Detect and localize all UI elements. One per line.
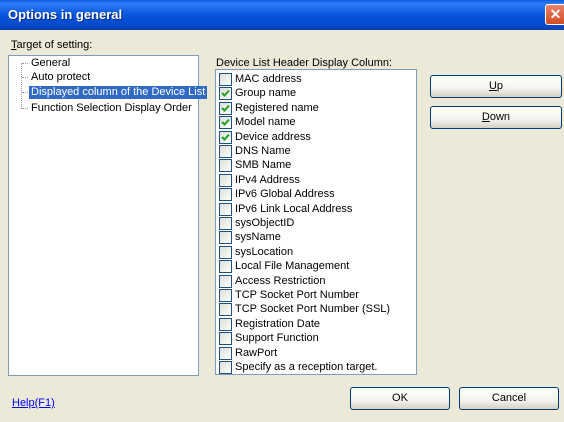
column-option-label: SMB Name (235, 159, 292, 172)
column-checkbox[interactable] (219, 217, 232, 230)
column-checkbox[interactable] (219, 317, 232, 331)
column-option-row[interactable]: RawPort (218, 346, 414, 361)
column-checkbox[interactable] (219, 159, 232, 173)
column-option-row[interactable]: Device address (218, 130, 414, 145)
close-icon: ✕ (549, 6, 562, 22)
column-option-label: Device address (235, 130, 311, 143)
help-link[interactable]: Help(F1) (12, 397, 55, 409)
column-option-row[interactable]: DNS Name (218, 145, 414, 159)
column-checkbox[interactable] (219, 231, 232, 245)
column-option-label: TCP Socket Port Number (SSL) (235, 303, 391, 316)
column-option-label: DNS Name (235, 145, 291, 157)
column-checkbox[interactable] (219, 245, 232, 259)
column-checkbox[interactable] (219, 289, 232, 302)
column-checkbox[interactable] (219, 188, 232, 202)
column-option-label: Support Function (235, 332, 319, 345)
column-checkbox[interactable] (219, 332, 232, 346)
column-option-row[interactable]: Registered name (218, 101, 414, 116)
column-option-row[interactable]: Local File Management (218, 260, 414, 274)
column-option-label: IPv6 Global Address (235, 188, 335, 201)
tree-connector (22, 77, 28, 78)
column-option-label: MAC address (235, 73, 302, 85)
close-button[interactable]: ✕ (545, 4, 564, 25)
checkmark-icon (221, 133, 230, 141)
column-checkbox-list[interactable]: MAC address Group name Registered name Mode… (215, 69, 417, 375)
column-option-label: RawPort (235, 346, 278, 359)
column-option-row[interactable]: MAC address (218, 73, 414, 87)
column-option-row[interactable]: SMB Name (218, 159, 414, 173)
column-option-label: Registered name (235, 101, 319, 114)
checkmark-icon (221, 104, 230, 112)
column-option-label: Local File Management (235, 260, 350, 273)
ok-button[interactable]: OK (350, 387, 450, 410)
column-checkbox[interactable] (219, 260, 232, 274)
target-of-setting-label: Target of setting: (11, 39, 93, 51)
column-option-row[interactable]: sysName (218, 231, 414, 245)
column-checkbox[interactable] (219, 73, 232, 86)
down-button[interactable]: Down (430, 106, 562, 129)
column-checkbox[interactable] (219, 274, 232, 288)
column-checkbox[interactable] (219, 87, 232, 101)
tree-item-displayed-column[interactable]: Displayed column of the Device List (29, 86, 208, 99)
column-checkbox[interactable] (219, 361, 232, 374)
tree-item-auto-protect[interactable]: Auto protect (29, 71, 92, 84)
window-title: Options in general (8, 7, 123, 22)
column-checkbox[interactable] (219, 303, 232, 317)
column-option-row[interactable]: sysLocation (218, 245, 414, 260)
column-checkbox[interactable] (219, 173, 232, 187)
tree-connector (22, 108, 28, 109)
column-checkbox[interactable] (219, 116, 232, 130)
cancel-button[interactable]: Cancel (459, 387, 559, 410)
column-option-row[interactable]: Specify as a reception target. (218, 361, 414, 374)
column-option-row[interactable]: IPv6 Global Address (218, 188, 414, 202)
column-option-row[interactable]: IPv4 Address (218, 173, 414, 188)
column-option-row[interactable]: Group name (218, 87, 414, 101)
column-option-row[interactable]: Support Function (218, 332, 414, 346)
column-checkbox[interactable] (219, 145, 232, 158)
column-option-label: sysLocation (235, 245, 294, 258)
column-option-label: Model name (235, 116, 296, 129)
column-option-label: Specify as a reception target. (235, 361, 378, 373)
tree-connector (21, 63, 22, 109)
column-checkbox[interactable] (219, 202, 232, 216)
column-option-label: sysObjectID (235, 217, 295, 229)
checkmark-icon (221, 119, 230, 127)
column-option-label: Group name (235, 87, 297, 100)
column-option-label: sysName (235, 231, 281, 244)
column-option-row[interactable]: Model name (218, 116, 414, 130)
column-option-label: Access Restriction (235, 274, 326, 287)
target-tree[interactable]: General Auto protect Displayed column of… (8, 55, 208, 376)
tree-item-general[interactable]: General (29, 57, 72, 70)
column-option-row[interactable]: IPv6 Link Local Address (218, 202, 414, 217)
tree-item-function-order[interactable]: Function Selection Display Order (29, 102, 194, 115)
column-checkbox[interactable] (219, 101, 232, 115)
column-option-row[interactable]: TCP Socket Port Number (SSL) (218, 303, 414, 317)
column-option-label: IPv4 Address (235, 173, 300, 186)
column-option-row[interactable]: Registration Date (218, 317, 414, 332)
column-option-label: Registration Date (235, 317, 320, 330)
column-option-row[interactable]: TCP Socket Port Number (218, 289, 414, 303)
up-button[interactable]: Up (430, 75, 562, 98)
tree-connector (22, 63, 28, 64)
column-checkbox[interactable] (219, 346, 232, 360)
column-option-label: TCP Socket Port Number (235, 289, 359, 301)
checkmark-icon (221, 90, 230, 98)
column-option-label: IPv6 Link Local Address (235, 202, 353, 215)
column-option-row[interactable]: Access Restriction (218, 274, 414, 289)
column-list-label: Device List Header Display Column: (216, 57, 393, 69)
title-bar: Options in general ✕ (0, 0, 564, 30)
column-checkbox[interactable] (219, 130, 232, 144)
column-option-row[interactable]: sysObjectID (218, 217, 414, 231)
tree-connector (22, 92, 28, 93)
